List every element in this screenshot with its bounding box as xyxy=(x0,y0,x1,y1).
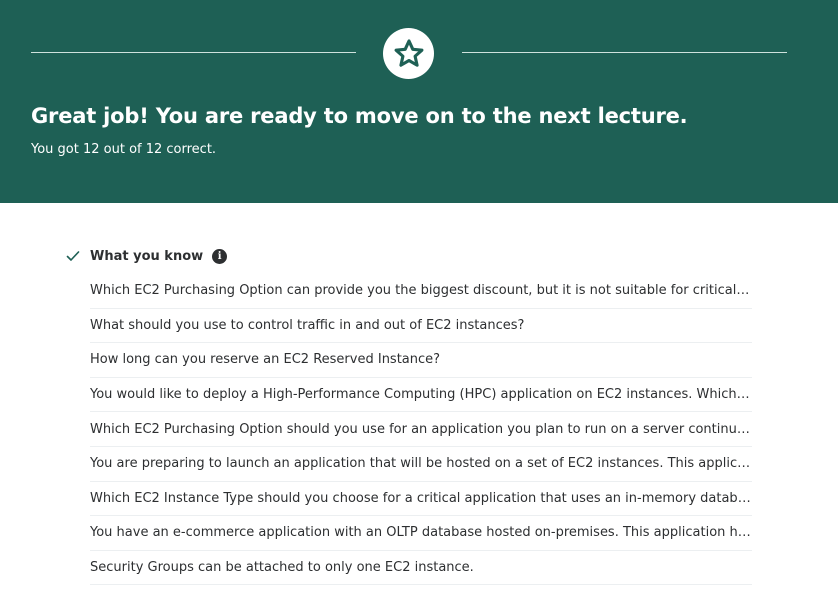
question-text: You would like to deploy a High-Performa… xyxy=(90,387,752,403)
section-title: What you know xyxy=(90,248,204,264)
question-text: You have an e-commerce application with … xyxy=(90,525,752,541)
question-item[interactable]: You would like to deploy a High-Performa… xyxy=(90,378,752,413)
question-text: Which EC2 Purchasing Option should you u… xyxy=(90,421,752,437)
question-item[interactable]: You have an e-commerce application with … xyxy=(90,516,752,551)
question-text: Which EC2 Instance Type should you choos… xyxy=(90,490,752,506)
question-item[interactable]: Which EC2 Purchasing Option should you u… xyxy=(90,412,752,447)
star-icon xyxy=(394,38,423,67)
score-text: You got 12 out of 12 correct. xyxy=(31,142,217,157)
result-headline: Great job! You are ready to move on to t… xyxy=(31,104,688,128)
section-header-what-you-know: What you know i xyxy=(66,246,228,266)
question-item[interactable]: You are preparing to launch an applicati… xyxy=(90,447,752,482)
check-icon xyxy=(66,249,80,263)
question-list: Which EC2 Purchasing Option can provide … xyxy=(90,274,752,586)
question-text: What should you use to control traffic i… xyxy=(90,317,525,333)
question-item[interactable]: What should you use to control traffic i… xyxy=(90,309,752,344)
question-text: Security Groups can be attached to only … xyxy=(90,560,474,576)
question-item[interactable]: Security Groups can be attached to only … xyxy=(90,551,752,586)
question-item[interactable]: Which EC2 Instance Type should you choos… xyxy=(90,482,752,517)
info-icon[interactable]: i xyxy=(212,248,228,264)
question-text: Which EC2 Purchasing Option can provide … xyxy=(90,283,752,299)
question-text: You are preparing to launch an applicati… xyxy=(90,456,752,472)
divider-left xyxy=(31,52,356,53)
divider-right xyxy=(462,52,787,53)
question-item[interactable]: Which EC2 Purchasing Option can provide … xyxy=(90,274,752,309)
question-text: How long can you reserve an EC2 Reserved… xyxy=(90,352,441,368)
star-badge xyxy=(383,28,434,79)
question-item[interactable]: How long can you reserve an EC2 Reserved… xyxy=(90,343,752,378)
result-banner: Great job! You are ready to move on to t… xyxy=(0,0,838,203)
